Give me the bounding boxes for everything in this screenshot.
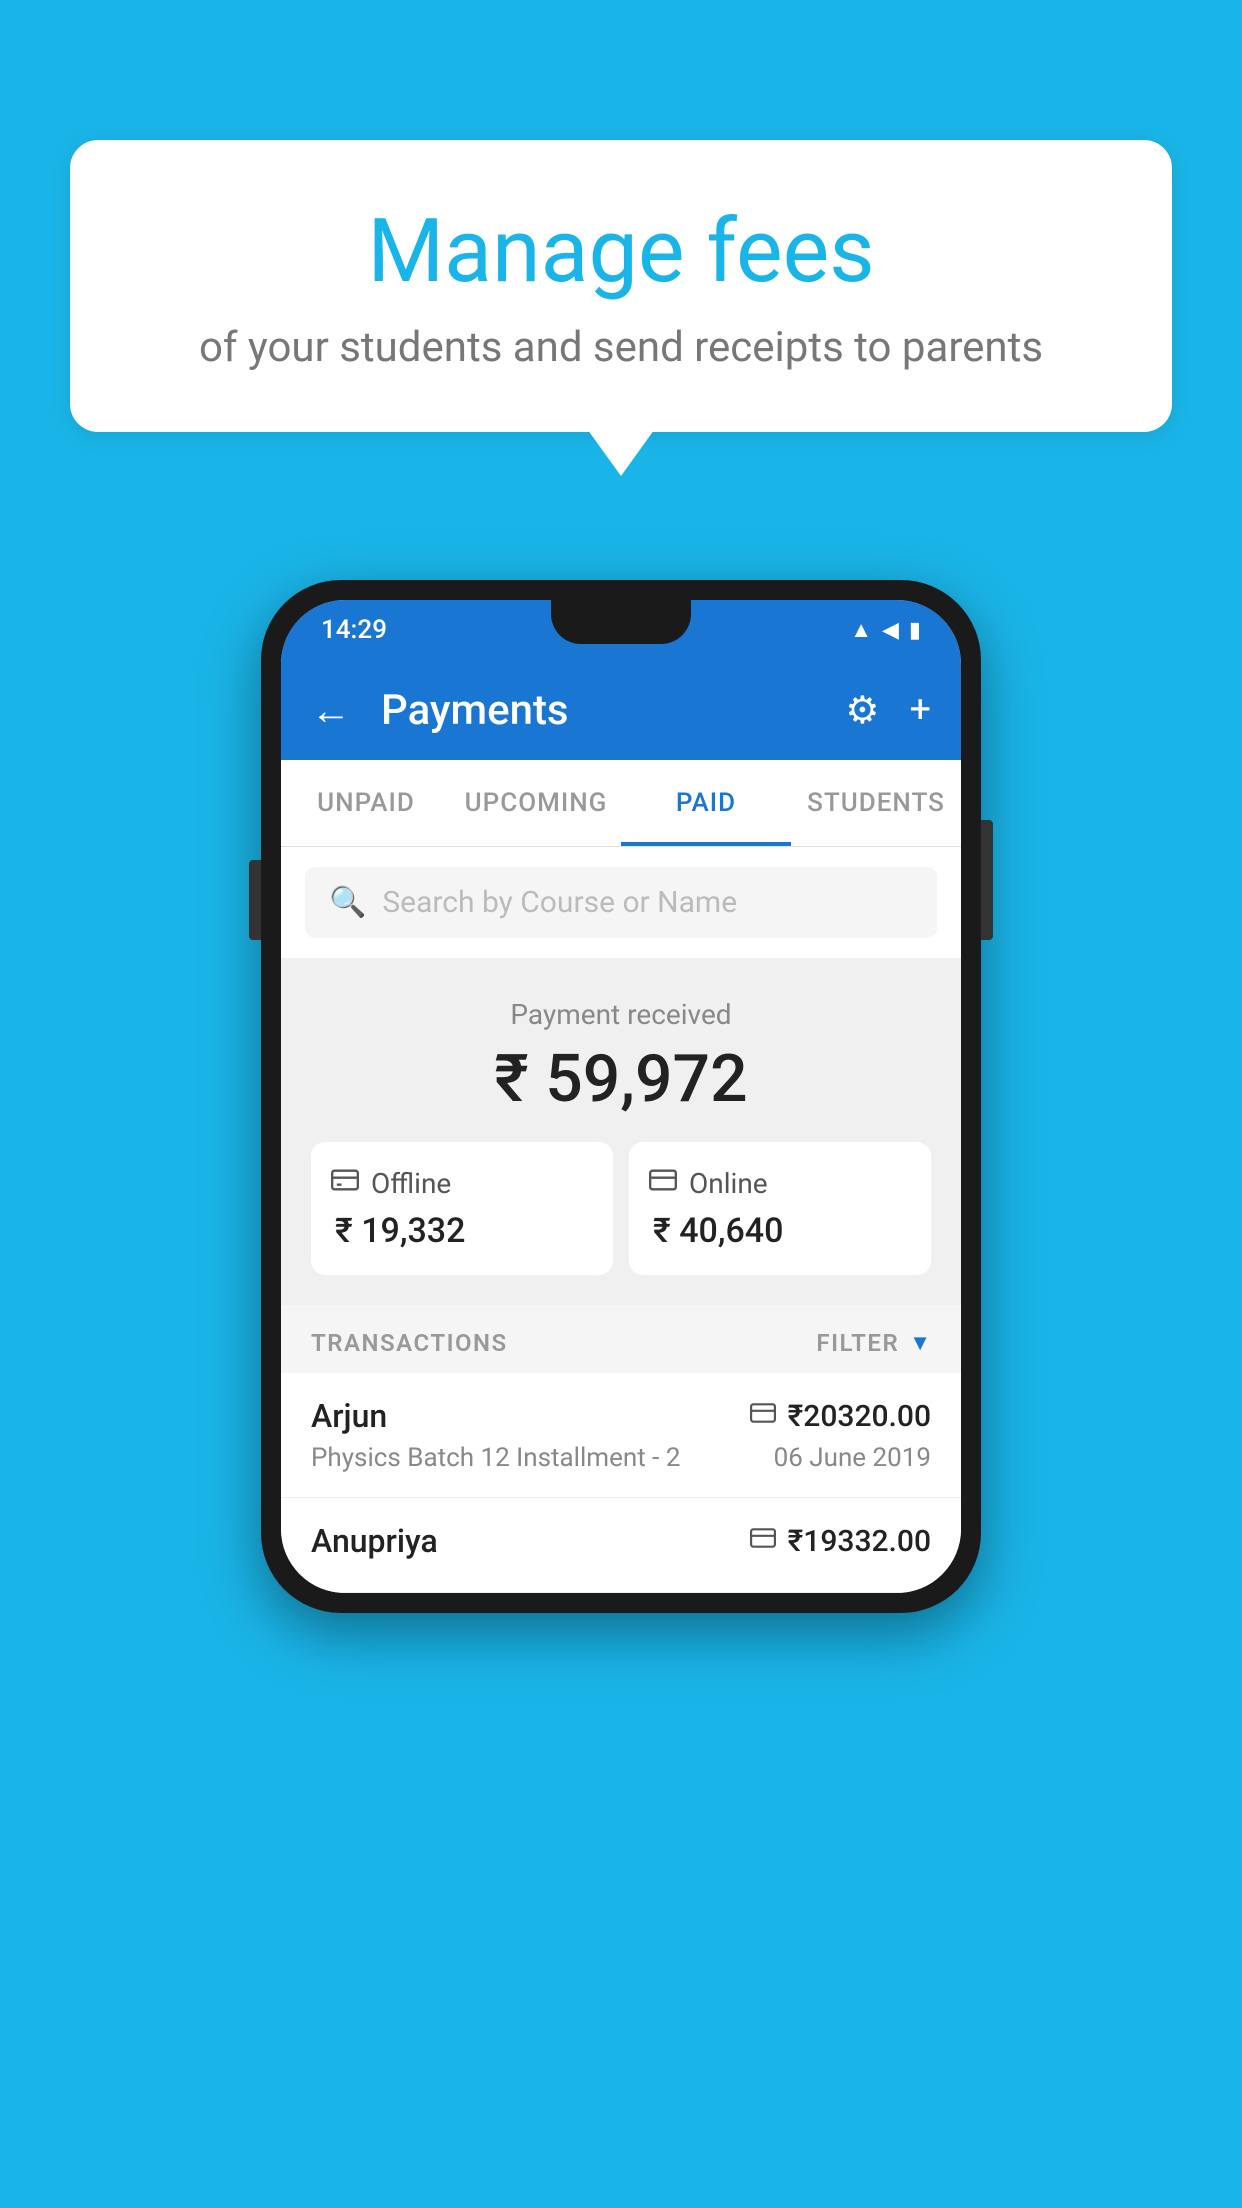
offline-label: Offline (371, 1167, 451, 1200)
search-container: 🔍 Search by Course or Name (281, 847, 961, 958)
offline-icon (331, 1166, 359, 1201)
transaction-card-icon (750, 1525, 776, 1558)
transactions-header: TRANSACTIONS FILTER ▼ (281, 1305, 961, 1373)
filter-icon: ▼ (909, 1330, 931, 1356)
payment-received-amount: ₹ 59,972 (301, 1041, 941, 1118)
back-button[interactable]: ← (311, 687, 351, 734)
online-label: Online (689, 1167, 768, 1200)
transaction-card-icon (750, 1400, 776, 1433)
transaction-amount: ₹20320.00 (788, 1399, 931, 1434)
transaction-name: Anupriya (311, 1522, 438, 1560)
wifi-icon: ▲ (850, 617, 872, 643)
bubble-subtitle: of your students and send receipts to pa… (150, 323, 1092, 372)
tab-upcoming[interactable]: UPCOMING (451, 760, 621, 846)
bubble-title: Manage fees (150, 200, 1092, 303)
transaction-row[interactable]: Arjun ₹20320.00 Physics Batch 12 Install… (281, 1373, 961, 1498)
search-icon: 🔍 (329, 885, 366, 920)
phone-container: 14:29 ▲ ◀ ▮ ← Payments ⚙ + UNPAID (261, 580, 981, 1613)
payment-received-label: Payment received (301, 998, 941, 1031)
online-card-type-row: Online (649, 1166, 911, 1201)
tab-students[interactable]: STUDENTS (791, 760, 961, 846)
online-card: Online ₹ 40,640 (629, 1142, 931, 1275)
status-icons: ▲ ◀ ▮ (850, 617, 921, 643)
battery-icon: ▮ (909, 618, 921, 643)
transaction-bottom: Physics Batch 12 Installment - 2 06 June… (311, 1443, 931, 1473)
status-time: 14:29 (321, 615, 387, 645)
online-icon (649, 1166, 677, 1201)
transaction-top: Anupriya ₹19332.00 (311, 1522, 931, 1560)
notch (551, 600, 691, 644)
payment-received: Payment received ₹ 59,972 (281, 958, 961, 1305)
tab-paid[interactable]: PAID (621, 760, 791, 846)
status-bar: 14:29 ▲ ◀ ▮ (281, 600, 961, 660)
transaction-name: Arjun (311, 1397, 387, 1435)
transaction-top: Arjun ₹20320.00 (311, 1397, 931, 1435)
transaction-date: 06 June 2019 (774, 1443, 931, 1473)
search-placeholder: Search by Course or Name (382, 885, 737, 920)
settings-icon[interactable]: ⚙ (845, 688, 879, 733)
filter-label: FILTER (816, 1329, 899, 1357)
app-bar-actions: ⚙ + (845, 688, 931, 733)
transaction-amount: ₹19332.00 (788, 1524, 931, 1559)
offline-amount: ₹ 19,332 (331, 1211, 593, 1251)
online-amount: ₹ 40,640 (649, 1211, 911, 1251)
phone-screen: 14:29 ▲ ◀ ▮ ← Payments ⚙ + UNPAID (281, 600, 961, 1593)
add-icon[interactable]: + (909, 688, 931, 732)
app-bar: ← Payments ⚙ + (281, 660, 961, 760)
transactions-label: TRANSACTIONS (311, 1329, 508, 1357)
transaction-desc: Physics Batch 12 Installment - 2 (311, 1443, 680, 1473)
speech-bubble: Manage fees of your students and send re… (70, 140, 1172, 432)
signal-icon: ◀ (882, 618, 899, 643)
tabs-container: UNPAID UPCOMING PAID STUDENTS (281, 760, 961, 847)
payment-cards: Offline ₹ 19,332 (301, 1142, 941, 1275)
search-bar[interactable]: 🔍 Search by Course or Name (305, 867, 937, 938)
offline-card-type-row: Offline (331, 1166, 593, 1201)
phone-outer: 14:29 ▲ ◀ ▮ ← Payments ⚙ + UNPAID (261, 580, 981, 1613)
transaction-row[interactable]: Anupriya ₹19332.00 (281, 1498, 961, 1593)
filter-row[interactable]: FILTER ▼ (816, 1329, 931, 1357)
app-bar-title: Payments (381, 686, 825, 735)
offline-card: Offline ₹ 19,332 (311, 1142, 613, 1275)
transaction-amount-row: ₹20320.00 (750, 1399, 931, 1434)
speech-bubble-container: Manage fees of your students and send re… (70, 140, 1172, 432)
tab-unpaid[interactable]: UNPAID (281, 760, 451, 846)
transaction-amount-row: ₹19332.00 (750, 1524, 931, 1559)
